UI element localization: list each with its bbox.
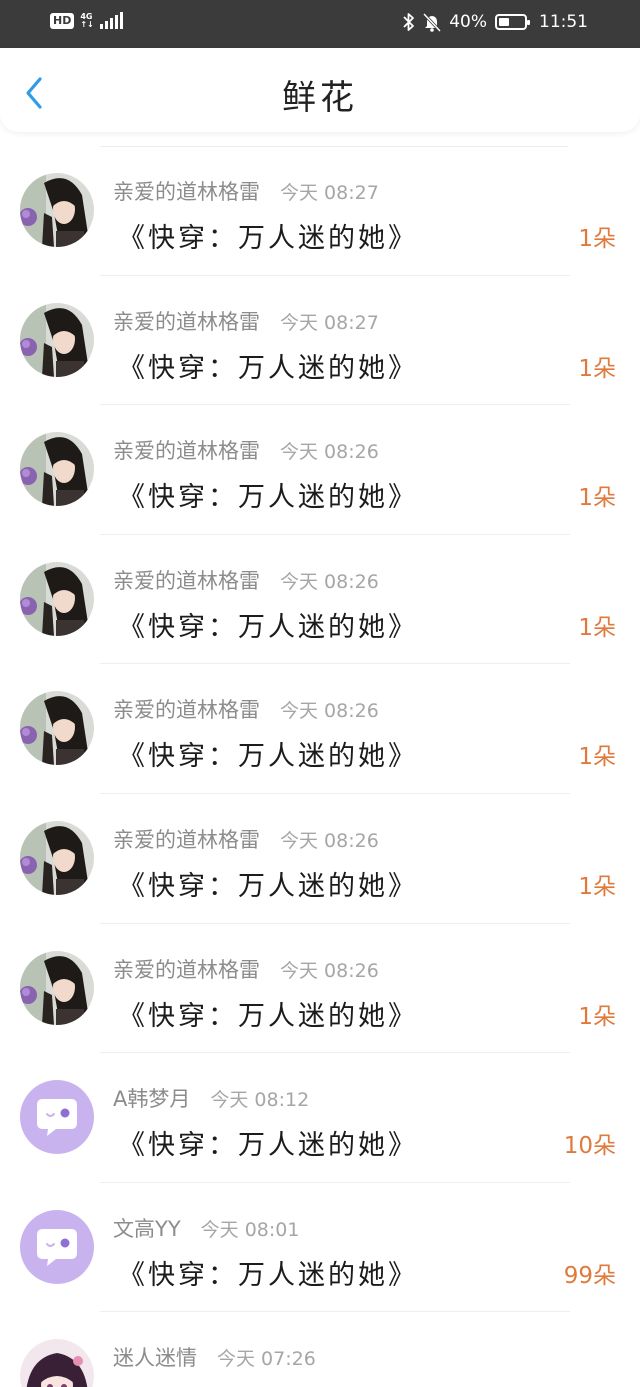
avatar[interactable] — [20, 820, 94, 895]
sender-line: A韩梦月 今天 08:12 — [113, 1083, 309, 1113]
battery-percent: 40% — [449, 12, 487, 32]
sender-name: A韩梦月 — [113, 1087, 191, 1112]
mute-bell-icon — [423, 12, 442, 32]
network-indicator: 4G ↑↓ — [80, 13, 93, 29]
flower-count: 10朵 — [563, 1133, 616, 1160]
page-title: 鲜花 — [282, 78, 358, 118]
avatar[interactable] — [20, 1080, 94, 1155]
photo-avatar-icon — [20, 432, 94, 507]
gift-list-item[interactable]: 亲爱的道林格雷 今天 08:26 《快穿：万人迷的她》 1朵 — [0, 664, 640, 794]
gift-list-item[interactable]: A韩梦月 今天 08:12 《快穿：万人迷的她》 10朵 — [0, 1053, 640, 1183]
sender-name: 亲爱的道林格雷 — [113, 957, 260, 982]
flower-count: 1朵 — [578, 1003, 616, 1030]
avatar[interactable] — [20, 1209, 94, 1284]
gift-time: 今天 08:27 — [280, 311, 379, 334]
photo-avatar-icon — [20, 173, 94, 247]
gift-list-item[interactable]: 亲爱的道林格雷 今天 08:26 《快穿：万人迷的她》 1朵 — [0, 924, 640, 1054]
network-arrows: ↑↓ — [80, 20, 94, 29]
book-title: 《快穿：万人迷的她》 — [118, 1259, 418, 1291]
sender-line: 亲爱的道林格雷 今天 08:27 — [113, 176, 379, 206]
flower-count: 99朵 — [563, 1262, 616, 1289]
battery-icon — [495, 14, 530, 30]
flower-count: 1朵 — [578, 614, 616, 641]
photo-avatar-icon — [20, 820, 94, 895]
photo-avatar-icon — [20, 691, 94, 766]
signal-icon — [99, 12, 123, 29]
book-title: 《快穿：万人迷的她》 — [118, 741, 418, 773]
anime-avatar-icon — [20, 1339, 94, 1387]
gift-time: 今天 08:26 — [280, 700, 379, 723]
sender-name: 亲爱的道林格雷 — [113, 439, 260, 464]
gift-list-item[interactable]: 亲爱的道林格雷 今天 08:27 《快穿：万人迷的她》 1朵 — [0, 146, 640, 276]
hd-badge: HD — [50, 13, 75, 29]
sender-line: 迷人迷情 今天 07:26 — [113, 1342, 316, 1372]
gift-time: 今天 08:26 — [280, 441, 379, 464]
book-title: 《快穿：万人迷的她》 — [118, 870, 418, 902]
sender-name: 亲爱的道林格雷 — [113, 309, 260, 334]
photo-avatar-icon — [20, 561, 94, 636]
sender-line: 文高YY 今天 08:01 — [113, 1213, 299, 1243]
avatar[interactable] — [20, 173, 94, 247]
sender-line: 亲爱的道林格雷 今天 08:26 — [113, 694, 379, 724]
flower-count: 1朵 — [578, 873, 616, 900]
sender-line: 亲爱的道林格雷 今天 08:26 — [113, 954, 379, 984]
gift-time: 今天 08:26 — [280, 959, 379, 982]
avatar[interactable] — [20, 950, 94, 1025]
photo-avatar-icon — [20, 302, 94, 377]
book-title: 《快穿：万人迷的她》 — [118, 1000, 418, 1032]
sender-line: 亲爱的道林格雷 今天 08:26 — [113, 565, 379, 595]
gift-list-item[interactable]: 文高YY 今天 08:01 《快穿：万人迷的她》 99朵 — [0, 1183, 640, 1313]
avatar[interactable] — [20, 302, 94, 377]
gift-time: 今天 08:12 — [210, 1089, 310, 1112]
avatar[interactable] — [20, 1339, 94, 1387]
app-header: 鲜花 — [0, 48, 640, 132]
book-title: 《快穿：万人迷的她》 — [118, 611, 418, 643]
gift-list-item[interactable]: 迷人迷情今天 07:26 《快穿：万人迷的她》 — [0, 1312, 640, 1387]
book-title: 《快穿：万人迷的她》 — [118, 223, 418, 254]
book-title: 《快穿：万人迷的她》 — [118, 1382, 418, 1387]
avatar[interactable] — [20, 432, 94, 507]
chat-bubble-avatar-icon — [20, 1080, 94, 1155]
book-title: 《快穿：万人迷的她》 — [118, 352, 418, 384]
status-right: 40% 11:51 — [403, 12, 588, 32]
chat-bubble-avatar-icon — [20, 1209, 94, 1284]
gift-list-item[interactable]: 亲爱的道林格雷 今天 08:27 《快穿：万人迷的她》 1朵 — [0, 276, 640, 406]
flower-count: 1朵 — [578, 226, 616, 252]
sender-name: 亲爱的道林格雷 — [113, 698, 260, 723]
photo-avatar-icon — [20, 950, 94, 1025]
gift-list-item[interactable]: 亲爱的道林格雷 今天 08:26 《快穿：万人迷的她》 1朵 — [0, 535, 640, 665]
book-title: 《快穿：万人迷的她》 — [118, 1130, 418, 1162]
sender-line: 亲爱的道林格雷 今天 08:26 — [113, 435, 379, 465]
gift-list-item[interactable]: 亲爱的道林格雷 今天 08:26 《快穿：万人迷的她》 1朵 — [0, 794, 640, 924]
flower-count: 1朵 — [578, 485, 616, 512]
flower-count: 1朵 — [578, 355, 616, 382]
gift-time: 今天 08:27 — [280, 182, 379, 204]
status-bar: HD 4G ↑↓ 40% 11:51 — [0, 0, 640, 48]
gift-time: 今天 08:26 — [280, 829, 379, 852]
flower-count: 1朵 — [578, 744, 616, 771]
gift-time: 今天 07:26 — [217, 1348, 316, 1371]
sender-name: 亲爱的道林格雷 — [113, 827, 260, 852]
bluetooth-icon — [403, 13, 415, 31]
sender-name: 迷人迷情 — [113, 1346, 197, 1371]
avatar[interactable] — [20, 691, 94, 766]
avatar[interactable] — [20, 561, 94, 636]
sender-name: 文高YY — [113, 1216, 181, 1241]
status-left: HD 4G ↑↓ — [50, 12, 123, 29]
flower-gift-list: 亲爱的道林格雷 今天 08:27 《快穿：万人迷的她》 1朵 亲爱的道林格雷 今天 … — [0, 146, 640, 1387]
battery-fill — [499, 18, 509, 26]
gift-list-item[interactable]: 亲爱的道林格雷 今天 08:26 《快穿：万人迷的她》 1朵 — [0, 405, 640, 535]
sender-line: 亲爱的道林格雷 今天 08:26 — [113, 824, 379, 854]
sender-name: 亲爱的道林格雷 — [113, 180, 260, 204]
sender-line: 亲爱的道林格雷 今天 08:27 — [113, 306, 379, 336]
clock: 11:51 — [539, 12, 588, 32]
gift-time: 今天 08:01 — [200, 1218, 300, 1241]
book-title: 《快穿：万人迷的她》 — [118, 482, 418, 514]
sender-name: 亲爱的道林格雷 — [113, 568, 260, 593]
gift-time: 今天 08:26 — [280, 570, 379, 593]
